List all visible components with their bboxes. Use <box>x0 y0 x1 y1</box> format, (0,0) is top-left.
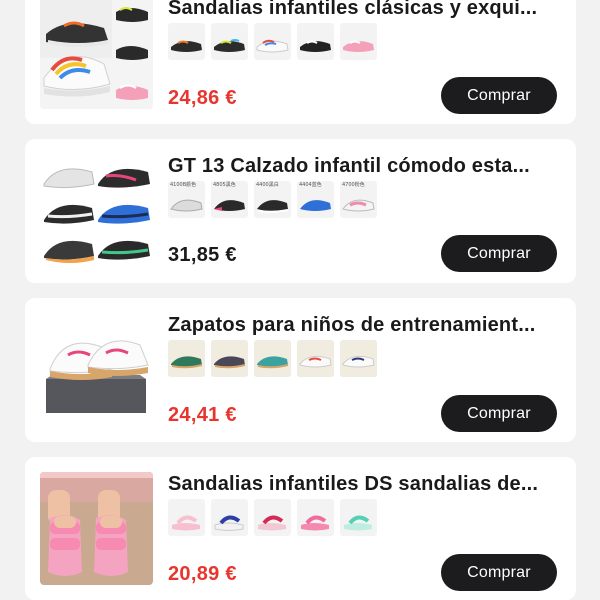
pink-sandal-icon <box>301 515 329 531</box>
variant-code-label: 4700粉色 <box>342 182 365 188</box>
product-title[interactable]: Sandalias infantiles clásicas y exqui... <box>168 0 568 20</box>
red-sandal-icon <box>258 515 286 531</box>
product-price: 24,86 € <box>168 87 237 109</box>
variant-thumbnail[interactable]: 4404蓝色 <box>297 181 334 218</box>
black-sandal-icon <box>300 40 331 52</box>
variant-thumbnail[interactable]: 4100B颜色 <box>168 181 205 218</box>
mint-sandal-icon <box>344 515 372 531</box>
product-card[interactable]: Zapatos para niños de entrenamient... 24… <box>25 298 576 442</box>
buy-button[interactable]: Comprar <box>441 235 557 272</box>
black-yellow-sandal-icon <box>214 39 245 52</box>
product-card[interactable]: GT 13 Calzado infantil cómodo esta... 41… <box>25 139 576 283</box>
product-image[interactable] <box>40 472 153 585</box>
product-card[interactable]: Sandalias infantiles clásicas y exqui...… <box>25 0 576 124</box>
variant-thumbnails <box>168 23 377 60</box>
sneaker-grid-icon <box>40 154 153 267</box>
product-card[interactable]: Sandalias infantiles DS sandalias de... … <box>25 457 576 600</box>
white-rainbow-sandal-icon <box>256 39 289 53</box>
variant-thumbnail[interactable] <box>254 340 291 377</box>
sandal-sneaker-collage-icon <box>40 0 153 109</box>
green-trainer-icon <box>168 340 205 377</box>
variant-code-label: 4100B颜色 <box>170 182 197 188</box>
variant-thumbnails <box>168 340 377 377</box>
variant-thumbnails: 4100B颜色 4805黑色 4400黑白 4404蓝色 4700粉色 <box>168 181 377 218</box>
variant-thumbnail[interactable] <box>340 499 377 536</box>
variant-thumbnail[interactable] <box>340 23 377 60</box>
variant-thumbnail[interactable] <box>168 340 205 377</box>
variant-thumbnails <box>168 499 377 536</box>
variant-thumbnail[interactable] <box>168 499 205 536</box>
variant-thumbnail[interactable]: 4400黑白 <box>254 181 291 218</box>
product-image[interactable] <box>40 313 153 426</box>
white-navy-trainer-icon <box>340 340 377 377</box>
buy-button[interactable]: Comprar <box>441 77 557 114</box>
variant-thumbnail[interactable]: 4700粉色 <box>340 181 377 218</box>
white-red-trainer-icon <box>297 340 334 377</box>
variant-thumbnail[interactable] <box>211 340 248 377</box>
navy-trainer-icon <box>211 340 248 377</box>
variant-thumbnail[interactable] <box>254 23 291 60</box>
variant-thumbnail[interactable] <box>254 499 291 536</box>
blue-sandal-icon <box>214 515 244 531</box>
product-title[interactable]: GT 13 Calzado infantil cómodo esta... <box>168 155 568 178</box>
variant-thumbnail[interactable] <box>297 23 334 60</box>
variant-thumbnail[interactable]: 4805黑色 <box>211 181 248 218</box>
pink-slide-sandal-photo-icon <box>40 472 153 585</box>
buy-button[interactable]: Comprar <box>441 554 557 591</box>
product-title[interactable]: Sandalias infantiles DS sandalias de... <box>168 473 568 496</box>
variant-thumbnail[interactable] <box>297 499 334 536</box>
variant-thumbnail[interactable] <box>168 23 205 60</box>
pink-sandal-icon <box>343 40 374 52</box>
product-title[interactable]: Zapatos para niños de entrenamient... <box>168 314 568 337</box>
product-price: 31,85 € <box>168 244 237 266</box>
white-trainer-on-box-icon <box>40 313 153 426</box>
variant-code-label: 4400黑白 <box>256 182 279 188</box>
light-pink-sandal-icon <box>172 515 200 531</box>
product-price: 24,41 € <box>168 404 237 426</box>
variant-code-label: 4805黑色 <box>213 182 236 188</box>
variant-thumbnail[interactable] <box>211 23 248 60</box>
variant-thumbnail[interactable] <box>297 340 334 377</box>
variant-code-label: 4404蓝色 <box>299 182 322 188</box>
black-sandal-icon <box>171 40 202 52</box>
variant-thumbnail[interactable] <box>211 499 248 536</box>
product-image[interactable] <box>40 154 153 267</box>
product-image[interactable] <box>40 0 153 109</box>
product-list: Sandalias infantiles clásicas y exqui...… <box>0 0 600 600</box>
teal-trainer-icon <box>254 340 291 377</box>
variant-thumbnail[interactable] <box>340 340 377 377</box>
product-price: 20,89 € <box>168 563 237 585</box>
buy-button[interactable]: Comprar <box>441 395 557 432</box>
